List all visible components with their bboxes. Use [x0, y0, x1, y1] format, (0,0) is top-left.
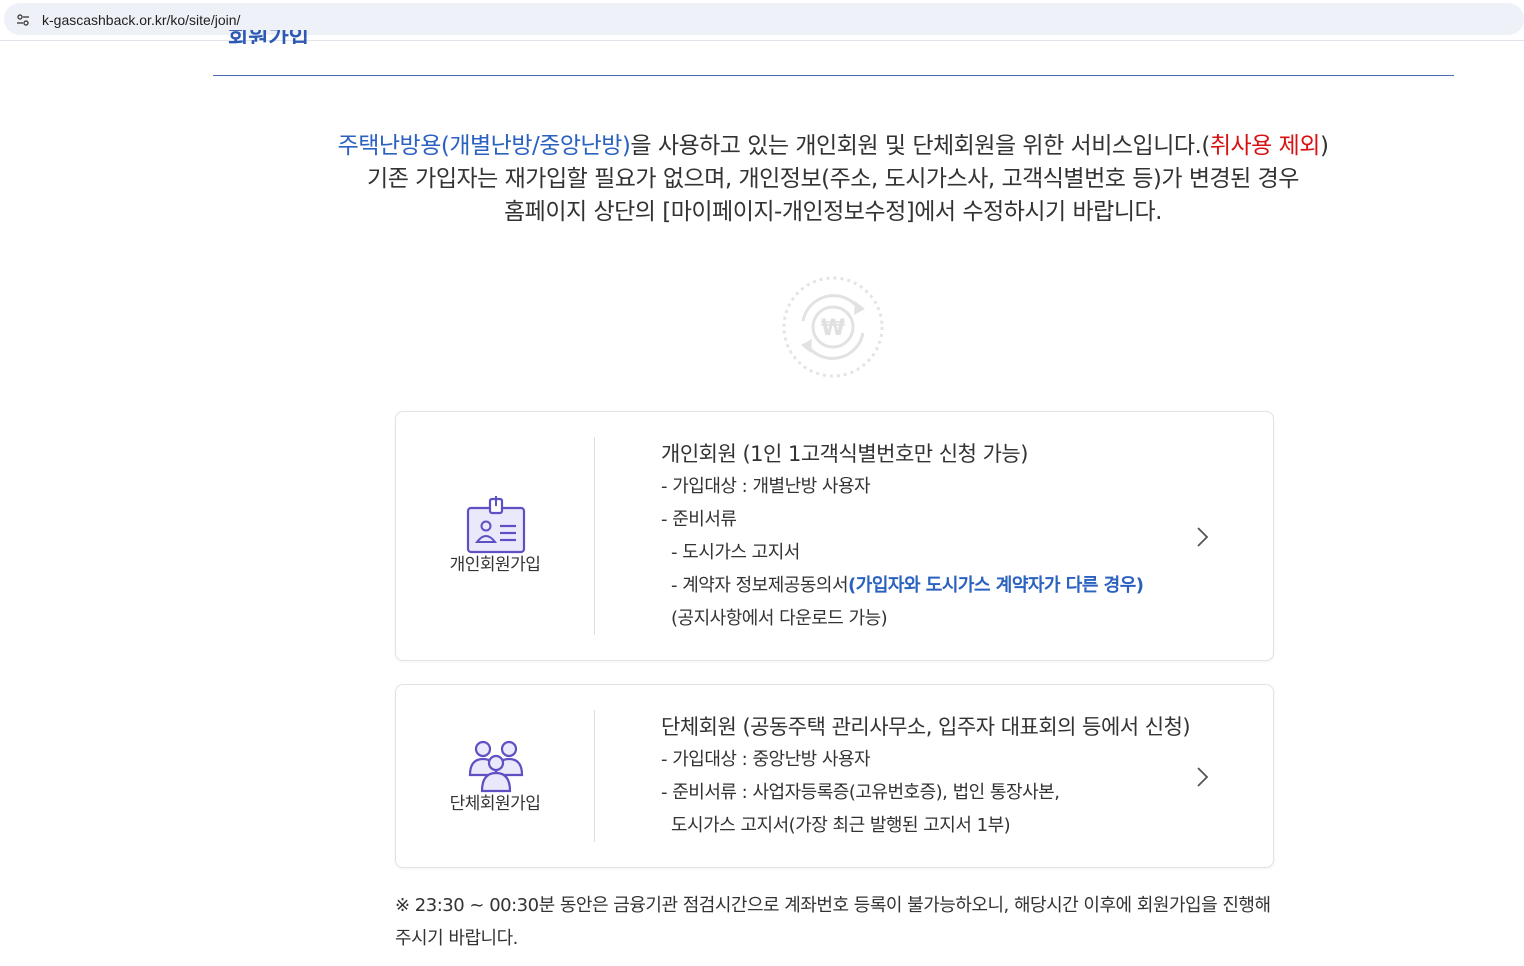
group-join-label[interactable]: 단체회원가입 — [396, 789, 594, 814]
personal-join-card[interactable]: 개인회원가입 개인회원 (1인 1고객식별번호만 신청 가능) - 가입대상 :… — [395, 411, 1274, 661]
maintenance-notice: ※ 23:30 ~ 00:30분 동안은 금융기관 점검시간으로 계좌번호 등록… — [395, 895, 1271, 949]
chevron-right-icon[interactable] — [1195, 526, 1209, 548]
personal-doc-gas-bill: - 도시가스 고지서 — [671, 542, 800, 563]
group-join-card[interactable]: 단체회원가입 단체회원 (공동주택 관리사무소, 입주자 대표회의 등에서 신청… — [395, 684, 1274, 868]
group-join-details: 단체회원 (공동주택 관리사무소, 입주자 대표회의 등에서 신청) - 가입대… — [661, 711, 1191, 842]
card-divider — [594, 437, 595, 635]
personal-card-title: 개인회원 (1인 1고객식별번호만 신청 가능) — [661, 442, 1028, 466]
personal-doc-download-note: (공지사항에서 다운로드 가능) — [671, 608, 888, 629]
group-join-left[interactable]: 단체회원가입 — [396, 685, 594, 867]
personal-doc-consent-condition: (가입자와 도시가스 계약자가 다른 경우) — [848, 575, 1144, 596]
site-settings-icon[interactable] — [16, 13, 30, 27]
personal-join-details: 개인회원 (1인 1고객식별번호만 신청 가능) - 가입대상 : 개별난방 사… — [661, 438, 1144, 635]
url-text[interactable]: k-gascashback.or.kr/ko/site/join/ — [42, 12, 240, 28]
intro-line-3: 홈페이지 상단의 [마이페이지-개인정보수정]에서 수정하시기 바랍니다. — [504, 199, 1162, 225]
personal-docs-heading: - 준비서류 — [661, 509, 737, 530]
personal-doc-consent: - 계약자 정보제공동의서(가입자와 도시가스 계약자가 다른 경우) — [661, 569, 1144, 602]
id-card-icon — [466, 496, 526, 554]
group-docs-continued: 도시가스 고지서(가장 최근 발행된 고지서 1부) — [671, 815, 1011, 836]
personal-doc-consent-text: - 계약자 정보제공동의서 — [671, 575, 849, 596]
won-cashback-icon: ₩ — [782, 276, 884, 378]
group-people-icon — [468, 740, 524, 793]
intro-line-1-end: ) — [1319, 133, 1329, 159]
intro-line-1: 주택난방용(개별난방/중앙난방)을 사용하고 있는 개인회원 및 단체회원을 위… — [300, 130, 1366, 163]
group-card-title: 단체회원 (공동주택 관리사무소, 입주자 대표회의 등에서 신청) — [661, 715, 1191, 739]
personal-join-label[interactable]: 개인회원가입 — [396, 550, 594, 575]
intro-heating-types: 주택난방용(개별난방/중앙난방) — [337, 133, 631, 159]
intro-text: 주택난방용(개별난방/중앙난방)을 사용하고 있는 개인회원 및 단체회원을 위… — [300, 130, 1366, 229]
group-target: - 가입대상 : 중앙난방 사용자 — [661, 749, 871, 770]
intro-line-1-text: 을 사용하고 있는 개인회원 및 단체회원을 위한 서비스입니다.( — [630, 133, 1210, 159]
page-title: 회원가입 — [228, 30, 320, 44]
personal-join-left[interactable]: 개인회원가입 — [396, 412, 594, 660]
intro-exclusion: 취사용 제외 — [1209, 133, 1321, 159]
group-docs: - 준비서류 : 사업자등록증(고유번호증), 법인 통장사본, — [661, 782, 1060, 803]
chevron-right-icon[interactable] — [1195, 766, 1209, 788]
svg-text:₩: ₩ — [821, 316, 845, 341]
personal-target: - 가입대상 : 개별난방 사용자 — [661, 476, 871, 497]
title-divider — [213, 75, 1454, 76]
intro-line-2: 기존 가입자는 재가입할 필요가 없으며, 개인정보(주소, 도시가스사, 고객… — [367, 166, 1299, 192]
page-title-text: 회원가입 — [228, 30, 309, 44]
card-divider — [594, 710, 595, 842]
